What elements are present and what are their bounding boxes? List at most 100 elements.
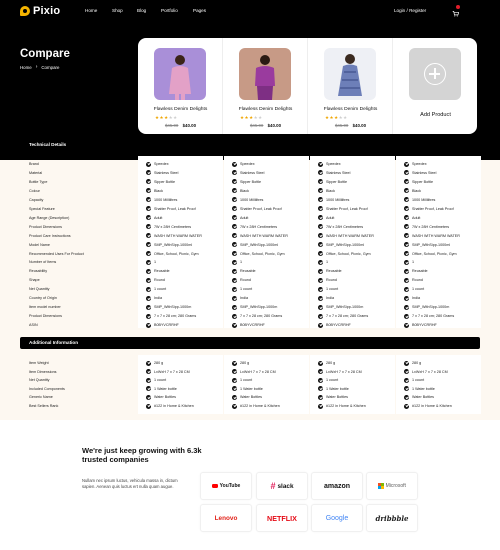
product-image[interactable] (154, 48, 206, 100)
nav-pages[interactable]: Pages (193, 8, 206, 14)
spec-value: Reusable (412, 269, 428, 274)
check-icon (404, 322, 409, 328)
spec-label: Item Dimensions (29, 369, 57, 374)
main-nav: Home Shop Blog Portfolio Pages Login / R… (0, 8, 500, 16)
spec-value: Round (412, 278, 423, 283)
spec-value: B0BYVCRRHF (154, 323, 179, 328)
spec-value: Black (412, 188, 422, 193)
check-icon (318, 295, 323, 301)
check-icon (318, 360, 323, 366)
spec-value: SMP_WithSipp-1000m (154, 305, 192, 310)
new-price: $40.00 (352, 123, 367, 128)
product-image[interactable] (324, 48, 376, 100)
check-icon (146, 251, 151, 256)
plus-circle-icon (424, 63, 446, 85)
spec-value: SMP_WithSipp-1000ml (240, 242, 279, 247)
check-icon (318, 322, 323, 328)
check-icon (232, 394, 237, 400)
spec-value: SMP_WithSipp-1000ml (412, 242, 451, 247)
spec-value: 1 count (412, 378, 425, 383)
check-icon (404, 251, 409, 256)
spec-value: 280 g (412, 361, 422, 365)
check-icon (404, 304, 409, 310)
check-icon (146, 322, 151, 328)
spec-value: 1000 Millilitres (154, 197, 178, 202)
spec-value: Stainless Steel (240, 170, 265, 175)
spec-value: #122 in Home & Kitchen (154, 404, 194, 408)
spec-value: Shatter Proof, Leak Proof (240, 206, 282, 211)
new-price: $40.00 (267, 123, 282, 128)
spec-label: ASIN (29, 323, 38, 328)
check-icon (404, 268, 409, 274)
spec-value: Reusable (154, 269, 170, 274)
check-icon (404, 360, 409, 366)
check-icon (232, 268, 237, 274)
cart-button[interactable] (437, 5, 460, 17)
spec-value: 1 Water bottle (154, 386, 177, 391)
add-product-label[interactable]: Add Product (393, 112, 478, 118)
spec-value: Reusable (240, 269, 256, 274)
spec-label: Recommended Uses For Product (29, 251, 84, 256)
check-icon (232, 161, 237, 167)
slack-mark-icon: # (270, 481, 276, 491)
rating-stars: ★★★★★ (155, 115, 178, 120)
check-icon (404, 295, 409, 301)
login-register-link[interactable]: Login / Register (394, 8, 426, 14)
spec-value: India (412, 296, 420, 301)
spec-label: Capacity (29, 197, 44, 202)
spec-value: Shatter Proof, Leak Proof (326, 206, 368, 211)
nav-home[interactable]: Home (85, 8, 97, 14)
nav-portfolio[interactable]: Portfolio (161, 8, 178, 14)
check-icon (232, 286, 237, 292)
spec-label: Reusability (29, 269, 48, 274)
spec-value: 1 count (154, 287, 167, 292)
spec-label: Number of Items (29, 260, 57, 265)
old-price: $45.00 (334, 123, 349, 128)
rating-stars: ★★★★★ (325, 115, 348, 120)
spec-value: 7W x 28H Centimeters (154, 224, 192, 229)
product-name[interactable]: Flawless Denim Delights (308, 107, 393, 112)
spec-label: Included Components (29, 386, 65, 391)
check-icon (318, 377, 323, 383)
breadcrumb-home[interactable]: Home (20, 65, 32, 70)
check-icon (318, 304, 323, 310)
add-product-button[interactable] (409, 48, 461, 100)
spec-value: Sipper Bottle (240, 179, 262, 184)
spec-label: Country of Origin (29, 296, 57, 301)
spec-value: 7 x 7 x 28 cm; 280 Grams (154, 314, 197, 319)
spec-value: Adult (412, 215, 421, 220)
spec-value: B0BYVCRRHF (412, 323, 437, 328)
nav-blog[interactable]: Blog (137, 8, 146, 14)
spec-value: 1 count (240, 287, 253, 292)
product-image[interactable] (239, 48, 291, 100)
product-name[interactable]: Flawless Denim Delights (223, 107, 308, 112)
spec-value: Adult (240, 215, 249, 220)
check-icon (232, 259, 237, 265)
spec-value: 1 count (154, 378, 167, 383)
breadcrumb: Home › Compare (20, 64, 59, 70)
product-card[interactable]: Flawless Denim Delights ★★★★★ $45.00 $40… (223, 38, 308, 134)
check-icon (404, 277, 409, 283)
spec-value: SMP_WithSipp-1000ml (154, 242, 193, 247)
spec-label: Special Feature (29, 206, 55, 211)
spec-value: Black (154, 188, 164, 193)
nav-shop[interactable]: Shop (112, 8, 123, 14)
spec-value: 1 Water bottle (240, 386, 263, 391)
spec-value: 7W x 28H Centimeters (326, 224, 364, 229)
spec-value: Stainless Steel (326, 170, 351, 175)
product-name[interactable]: Flawless Denim Delights (138, 107, 223, 112)
check-icon (404, 377, 409, 383)
brands-title: We're just keep growing with 6.3k truste… (82, 446, 202, 464)
product-card[interactable]: Flawless Denim Delights ★★★★★ $45.00 $40… (138, 38, 223, 134)
product-card[interactable]: Flawless Denim Delights ★★★★★ $45.00 $40… (308, 38, 393, 134)
spec-value: WASH WITH WARM WATER (240, 233, 288, 238)
spec-label: Material (29, 170, 43, 175)
check-icon (318, 259, 323, 265)
spec-value: #122 in Home & Kitchen (326, 404, 366, 408)
amazon-logo: amazon (311, 472, 363, 500)
spec-value: Adult (326, 215, 335, 220)
add-product-card[interactable]: Add Product (393, 38, 477, 134)
spec-value: 1 (154, 260, 157, 265)
spec-value: 1 (326, 260, 329, 265)
spec-value: 7 x 7 x 28 cm; 280 Grams (240, 314, 283, 319)
